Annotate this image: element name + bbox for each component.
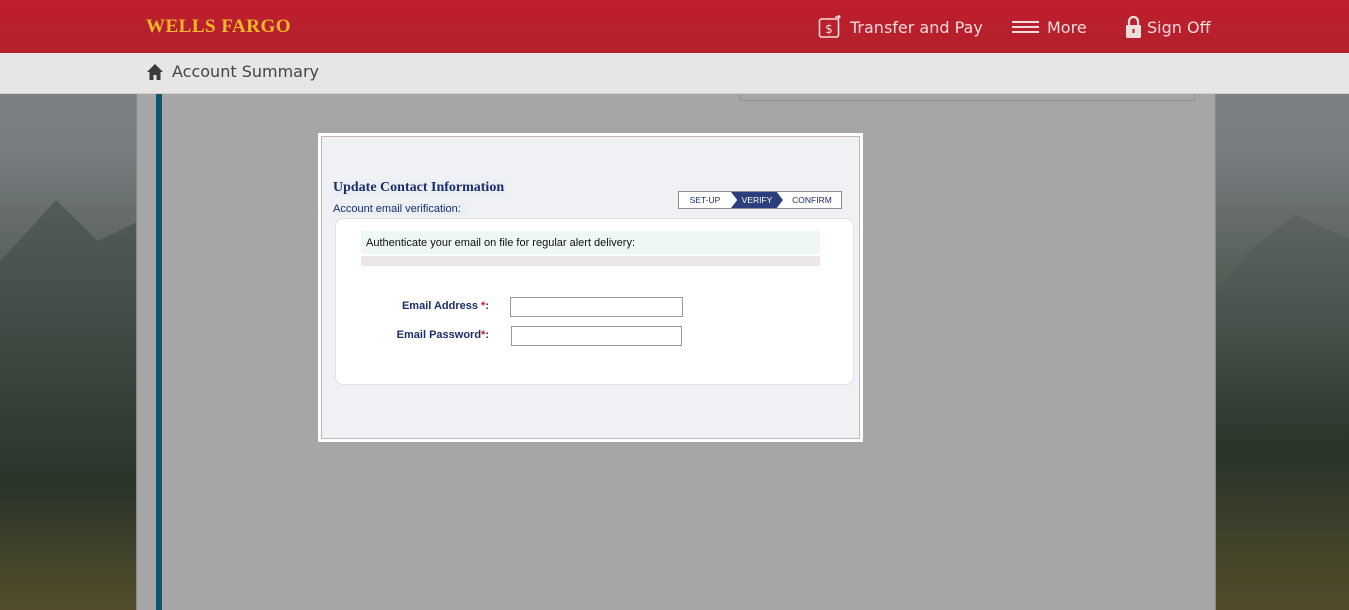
progress-steps: SET-UP VERIFY CONFIRM xyxy=(678,191,842,209)
sign-off-button[interactable]: Sign Off xyxy=(1125,14,1211,40)
email-address-input[interactable] xyxy=(510,297,683,317)
step-verify-active: VERIFY xyxy=(731,192,783,208)
more-menu-button[interactable]: More xyxy=(1012,14,1087,40)
modal-title: Update Contact Information xyxy=(333,180,507,197)
hamburger-menu-icon xyxy=(1012,20,1039,34)
transfer-dollar-icon: $ xyxy=(818,15,842,39)
instruction-note: Authenticate your email on file for regu… xyxy=(361,231,820,254)
email-address-label: Email Address *: xyxy=(401,300,489,312)
update-contact-modal: Update Contact Information Account email… xyxy=(318,133,863,442)
modal-subtitle: Account email verification: xyxy=(333,203,469,215)
top-navigation-bar: WELLS FARGO $ Transfer and Pay More Sign… xyxy=(0,0,1349,53)
modal-body: Update Contact Information Account email… xyxy=(321,136,860,439)
transfer-and-pay-label: Transfer and Pay xyxy=(850,17,983,37)
breadcrumb-bar: Account Summary xyxy=(0,53,1349,94)
email-password-input[interactable] xyxy=(511,326,682,346)
breadcrumb-account-summary[interactable]: Account Summary xyxy=(172,62,319,81)
verification-form-card: Authenticate your email on file for regu… xyxy=(335,218,854,385)
email-password-label: Email Password*: xyxy=(396,329,489,341)
svg-text:$: $ xyxy=(825,22,833,36)
transfer-and-pay-link[interactable]: $ Transfer and Pay xyxy=(818,14,983,40)
step-confirm: CONFIRM xyxy=(792,195,832,205)
wells-fargo-logo[interactable]: WELLS FARGO xyxy=(146,16,291,38)
more-label: More xyxy=(1047,17,1087,37)
home-icon xyxy=(146,63,164,81)
note-divider-strip xyxy=(361,256,820,266)
step-setup: SET-UP xyxy=(689,195,721,205)
breadcrumb[interactable]: Account Summary xyxy=(146,62,319,81)
lock-icon xyxy=(1125,15,1142,39)
sign-off-label: Sign Off xyxy=(1147,17,1211,37)
